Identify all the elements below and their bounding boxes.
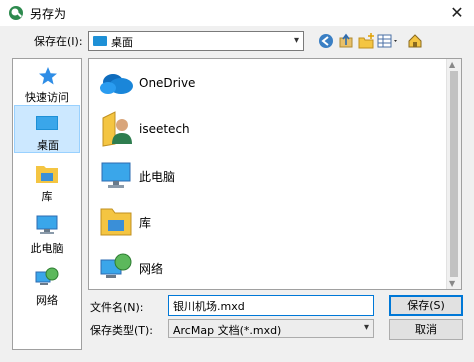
- save-as-dialog: 另存为 ✕ 保存在(I): 桌面 ▾ 快速访问 桌面 库 此电脑 网络 OneD…: [0, 0, 474, 362]
- place-this-pc[interactable]: 此电脑: [14, 211, 80, 257]
- save-in-value: 桌面: [111, 36, 133, 49]
- item-label: 网络: [139, 262, 164, 276]
- filename-input[interactable]: 银川机场.mxd: [168, 295, 374, 316]
- back-icon[interactable]: [318, 32, 334, 50]
- place-label: 网络: [36, 294, 58, 307]
- save-button[interactable]: 保存(S): [389, 295, 463, 316]
- title-bar: 另存为 ✕: [0, 0, 474, 26]
- desktop-folder-icon: [93, 36, 107, 46]
- save-in-dropdown[interactable]: 桌面 ▾: [88, 31, 304, 51]
- list-item-onedrive[interactable]: OneDrive: [93, 62, 433, 106]
- item-label: OneDrive: [139, 76, 196, 90]
- place-network[interactable]: 网络: [14, 263, 80, 309]
- place-label: 库: [41, 190, 53, 203]
- place-quick-access[interactable]: 快速访问: [14, 63, 80, 105]
- user-folder-icon: [102, 111, 132, 147]
- close-icon[interactable]: ✕: [448, 4, 466, 22]
- places-bar: 快速访问 桌面 库 此电脑 网络: [12, 58, 82, 350]
- place-label: 此电脑: [30, 242, 64, 255]
- scroll-down-icon[interactable]: ▼: [449, 279, 455, 288]
- view-menu-icon[interactable]: [376, 32, 400, 50]
- list-item-network[interactable]: 网络: [93, 246, 433, 290]
- up-folder-icon[interactable]: [338, 32, 354, 50]
- chevron-down-icon: ▾: [363, 322, 369, 333]
- item-label: 库: [139, 216, 152, 230]
- item-label: 此电脑: [139, 170, 176, 184]
- scroll-thumb[interactable]: [450, 71, 458, 277]
- vertical-scrollbar[interactable]: ▲ ▼: [446, 59, 461, 289]
- arcmap-app-icon: [9, 6, 23, 20]
- file-list: OneDrive iseetech 此电脑 库 网络 ▲ ▼: [88, 58, 462, 290]
- network-icon: [35, 267, 59, 285]
- desktop-icon: [36, 116, 58, 130]
- computer-icon: [36, 215, 58, 234]
- network-icon: [100, 253, 132, 278]
- new-folder-icon[interactable]: [358, 32, 376, 50]
- library-icon: [36, 166, 58, 183]
- list-item-library[interactable]: 库: [93, 200, 433, 244]
- place-library[interactable]: 库: [14, 159, 80, 205]
- save-in-label: 保存在(I):: [34, 35, 83, 48]
- place-label: 桌面: [37, 139, 59, 152]
- filetype-dropdown[interactable]: ArcMap 文档(*.mxd) ▾: [168, 319, 374, 338]
- list-item-this-pc[interactable]: 此电脑: [93, 154, 433, 198]
- filetype-label: 保存类型(T):: [90, 324, 154, 337]
- show-desktop-icon[interactable]: [406, 32, 424, 50]
- window-title: 另存为: [30, 7, 67, 21]
- cloud-icon: [100, 74, 133, 94]
- place-desktop[interactable]: 桌面: [14, 105, 80, 153]
- cancel-button[interactable]: 取消: [389, 319, 463, 340]
- place-label: 快速访问: [25, 91, 69, 104]
- chevron-down-icon: ▾: [293, 35, 299, 46]
- library-icon: [100, 208, 132, 236]
- list-item-iseetech[interactable]: iseetech: [93, 108, 433, 152]
- filename-label: 文件名(N):: [90, 301, 144, 314]
- computer-icon: [101, 162, 131, 188]
- item-label: iseetech: [139, 122, 190, 136]
- scroll-up-icon[interactable]: ▲: [449, 60, 455, 69]
- star-icon: [39, 67, 57, 85]
- filetype-value: ArcMap 文档(*.mxd): [173, 324, 282, 337]
